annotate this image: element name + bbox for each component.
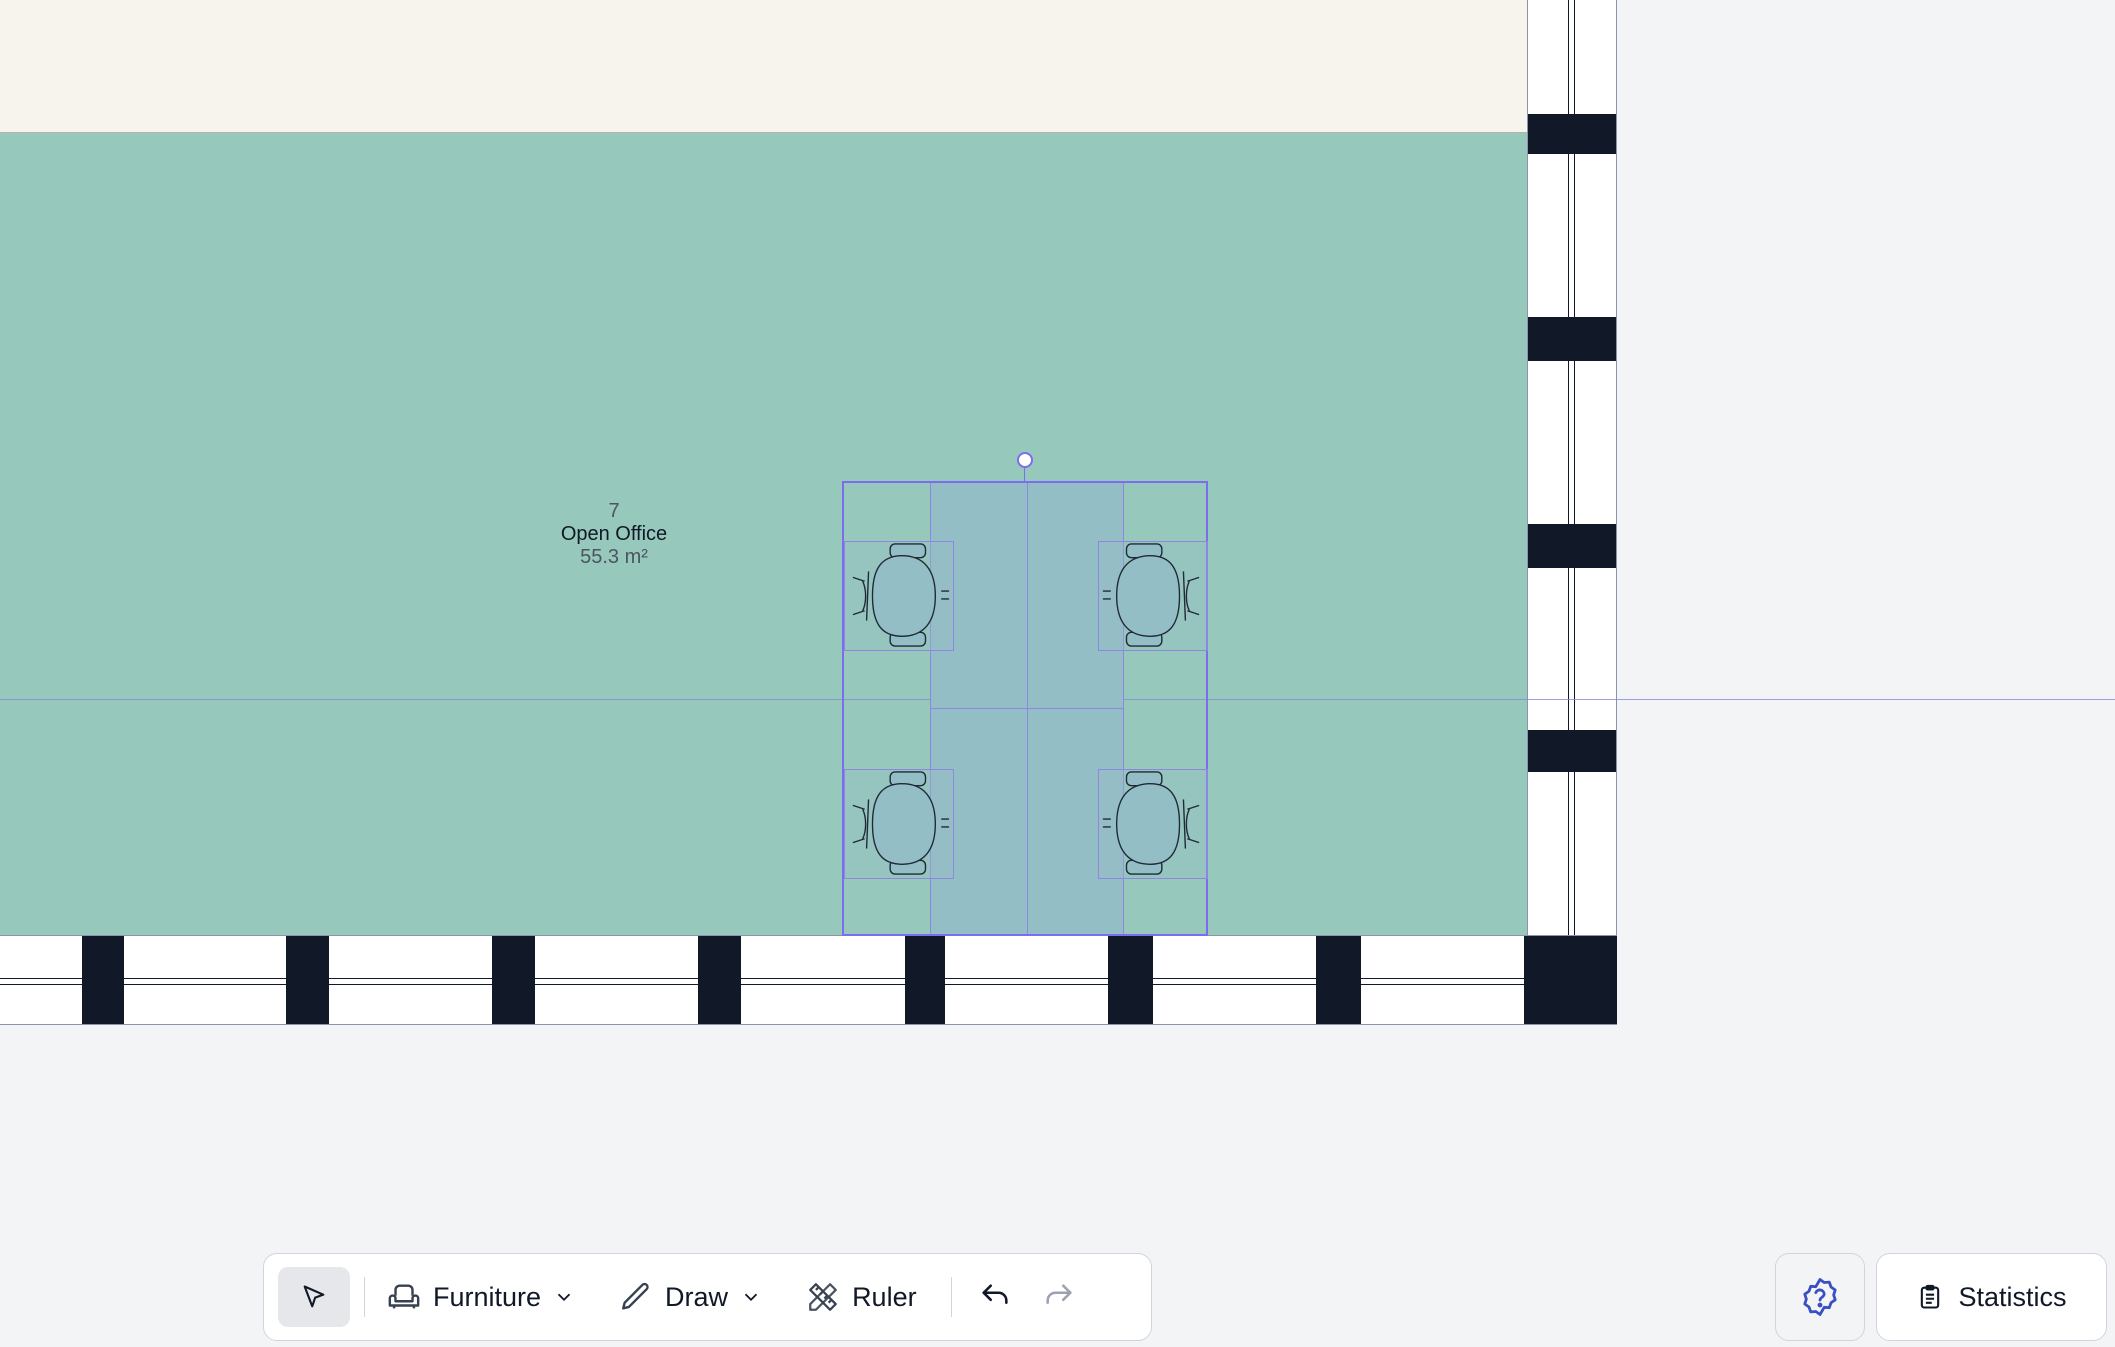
room-name: Open Office [560, 523, 668, 545]
cursor-arrow-icon [303, 1285, 325, 1308]
room-open-office[interactable] [0, 133, 1527, 935]
pencil-icon [622, 1282, 649, 1310]
ruler-label: Ruler [852, 1281, 917, 1312]
office-chair[interactable] [1098, 769, 1208, 879]
furniture-label: Furniture [433, 1281, 542, 1312]
ruler-pencil-icon [809, 1283, 837, 1311]
wall-mullion [1528, 317, 1616, 361]
floor-plan-canvas[interactable]: 7 Open Office 55.3 m² [0, 0, 2115, 1347]
chair-icon [852, 543, 950, 647]
desk-surface[interactable] [930, 483, 1124, 934]
wall-mullion [1528, 524, 1616, 568]
chair-icon [1102, 543, 1200, 647]
wall-mullion [905, 936, 945, 1024]
draw-menu-button[interactable]: Draw [619, 1267, 762, 1327]
adjacent-room-top[interactable] [0, 0, 1527, 133]
help-badge-icon [1803, 1278, 1837, 1316]
redo-button[interactable] [1032, 1267, 1086, 1327]
select-tool-button[interactable] [278, 1267, 350, 1327]
office-chair[interactable] [1098, 541, 1208, 651]
statistics-label: Statistics [1958, 1281, 2067, 1312]
toolbar-divider [364, 1277, 365, 1317]
chair-icon [852, 771, 950, 875]
exterior-wall-bottom[interactable] [0, 935, 1617, 1025]
office-chair[interactable] [844, 769, 954, 879]
chevron-down-icon [557, 1293, 571, 1302]
bottom-toolbar: Furniture Draw Ruler [263, 1253, 1152, 1341]
undo-button[interactable] [968, 1267, 1022, 1327]
draw-label: Draw [665, 1281, 729, 1312]
help-button[interactable] [1775, 1253, 1865, 1341]
redo-icon [1045, 1284, 1072, 1304]
desk-group-selected[interactable] [842, 481, 1208, 936]
rotation-stem [1024, 467, 1025, 481]
chair-icon [1102, 771, 1200, 875]
undo-icon [981, 1284, 1008, 1304]
exterior-wall-right[interactable] [1527, 0, 1617, 935]
furniture-menu-button[interactable]: Furniture [387, 1267, 575, 1327]
room-number: 7 [608, 500, 620, 522]
wall-mullion [1316, 936, 1361, 1024]
wall-mullion [698, 936, 741, 1024]
rotation-handle[interactable] [1017, 452, 1033, 468]
toolbar-divider [950, 1277, 952, 1317]
statistics-button[interactable]: Statistics [1876, 1253, 2107, 1341]
clipboard-icon [1921, 1284, 1940, 1309]
office-chair[interactable] [844, 541, 954, 651]
room-area: 55.3 m² [580, 546, 648, 568]
wall-mullion [1528, 114, 1616, 154]
room-label: 7 Open Office 55.3 m² [514, 500, 714, 569]
wall-mullion [1528, 730, 1616, 772]
ruler-tool-button[interactable]: Ruler [806, 1267, 917, 1327]
wall-mullion [82, 936, 124, 1024]
armchair-icon [388, 1284, 420, 1309]
wall-mullion [1108, 936, 1153, 1024]
wall-mullion [286, 936, 329, 1024]
wall-mullion [492, 936, 535, 1024]
wall-corner [1524, 936, 1617, 1024]
chevron-down-icon [744, 1293, 758, 1302]
